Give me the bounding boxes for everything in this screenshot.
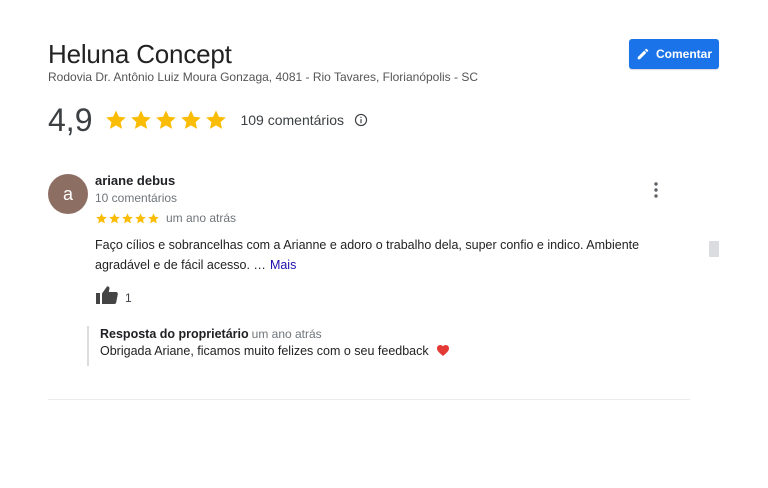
- reply-text: Obrigada Ariane, ficamos muito felizes c…: [100, 344, 429, 358]
- reply-date: um ano atrás: [251, 327, 322, 341]
- reply-author: Resposta do proprietário: [100, 327, 249, 341]
- star-icon: [181, 110, 202, 129]
- star-icon: [206, 110, 227, 129]
- divider: [48, 399, 690, 400]
- review-text: Faço cílios e sobrancelhas com a Arianne…: [95, 235, 685, 275]
- review-stars: [95, 212, 160, 225]
- avatar[interactable]: a: [48, 174, 88, 214]
- reviewer-name[interactable]: ariane debus: [95, 173, 177, 189]
- star-icon: [156, 110, 177, 129]
- info-icon[interactable]: [354, 113, 368, 127]
- like-area: 1: [95, 285, 132, 305]
- rating-summary: 4,9 109 comentários: [48, 103, 368, 137]
- business-header: Heluna Concept Rodovia Dr. Antônio Luiz …: [48, 40, 478, 84]
- like-count: 1: [125, 291, 132, 305]
- star-icon: [106, 110, 127, 129]
- scrollbar[interactable]: [709, 241, 719, 257]
- star-icon: [122, 212, 133, 223]
- review-body: Faço cílios e sobrancelhas com a Arianne…: [95, 238, 640, 272]
- business-name: Heluna Concept: [48, 39, 232, 69]
- star-icon: [135, 212, 146, 223]
- more-link[interactable]: Mais: [270, 258, 296, 272]
- business-address: Rodovia Dr. Antônio Luiz Moura Gonzaga, …: [48, 70, 479, 84]
- thumbs-up-icon[interactable]: [95, 285, 119, 305]
- comment-button[interactable]: Comentar: [629, 39, 719, 69]
- more-vert-icon[interactable]: [650, 181, 662, 199]
- star-icon: [109, 212, 120, 223]
- star-icon: [148, 212, 159, 223]
- rating-count[interactable]: 109 comentários: [240, 112, 344, 128]
- star-icon: [131, 110, 152, 129]
- pencil-icon: [637, 48, 649, 60]
- rating-stars: [104, 108, 228, 132]
- review-date: um ano atrás: [166, 211, 237, 225]
- review-meta: um ano atrás: [95, 211, 236, 225]
- heart-icon: [437, 345, 450, 356]
- reviewer-info: ariane debus 10 comentários: [95, 173, 177, 206]
- comment-button-label: Comentar: [655, 47, 712, 61]
- star-icon: [96, 212, 107, 223]
- reviewer-comment-count: 10 comentários: [95, 191, 178, 205]
- owner-reply: Resposta do proprietário um ano atrás Obr…: [87, 326, 450, 366]
- rating-value: 4,9: [48, 102, 93, 138]
